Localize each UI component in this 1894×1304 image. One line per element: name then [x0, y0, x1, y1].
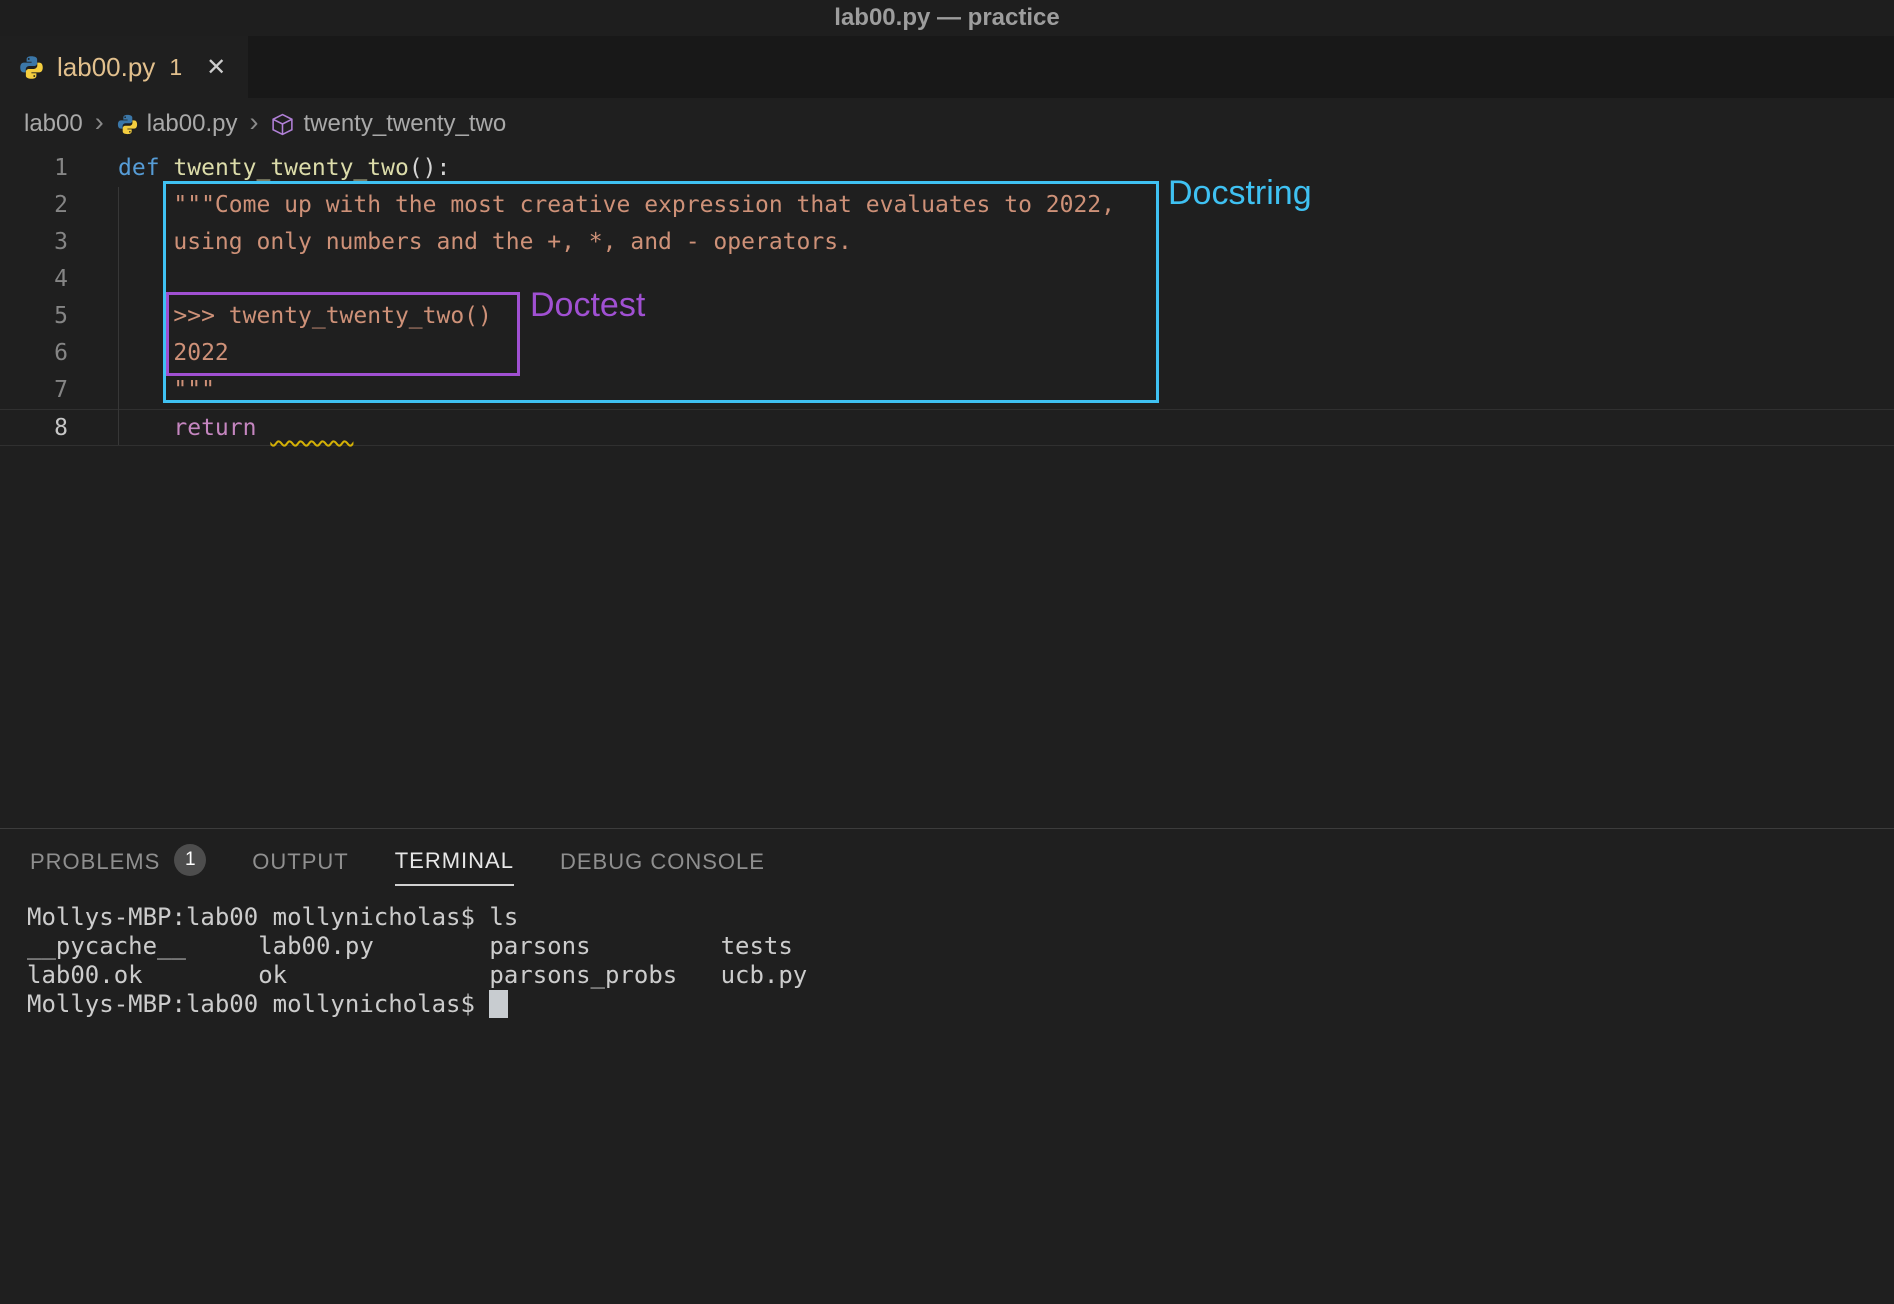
terminal-line: Mollys-MBP:lab00 mollynicholas$ ls: [27, 903, 1894, 932]
doctest-annotation-label: Doctest: [530, 286, 645, 325]
code-line[interactable]: 6 2022: [0, 335, 1894, 372]
breadcrumb: lab00 › lab00.py › twenty_twenty_two: [0, 98, 1894, 150]
line-number: 2: [0, 187, 68, 224]
tab-filename: lab00.py: [57, 52, 155, 83]
vscode-window: lab00.py — practice lab00.py 1 ✕ lab00 ›: [0, 0, 1894, 1304]
code-line-content: >>> twenty_twenty_two(): [118, 298, 492, 335]
code-token: """Come up with the most creative expres…: [173, 192, 1115, 218]
terminal-output: Mollys-MBP:lab00 mollynicholas$ ls__pyca…: [27, 903, 1894, 1019]
terminal-line: lab00.ok ok parsons_probs ucb.py: [27, 961, 1894, 990]
tab-debug-console[interactable]: DEBUG CONSOLE: [560, 835, 765, 885]
tab-terminal[interactable]: TERMINAL: [395, 834, 514, 886]
line-number: 1: [0, 150, 68, 187]
breadcrumb-symbol[interactable]: twenty_twenty_two: [270, 110, 506, 138]
code-token: def: [118, 155, 160, 181]
code-line[interactable]: 1 def twenty_twenty_two():: [0, 150, 1894, 187]
line-number: 5: [0, 298, 68, 335]
code-token: return: [173, 415, 256, 441]
line-number: 7: [0, 372, 68, 409]
code-token: [118, 229, 173, 255]
line-number: 8: [0, 410, 68, 445]
python-icon: [116, 113, 139, 136]
code-token: [118, 340, 173, 366]
code-line-content: 2022: [118, 335, 229, 372]
code-token: [118, 303, 173, 329]
tab-output[interactable]: OUTPUT: [252, 835, 348, 885]
window-title: lab00.py — practice: [834, 4, 1059, 32]
line-number: 3: [0, 224, 68, 261]
code-line-content: return: [118, 410, 353, 445]
terminal-cursor: [489, 990, 508, 1018]
panel-tab-label: OUTPUT: [252, 835, 348, 885]
code-token: [256, 415, 270, 441]
python-icon: [18, 54, 45, 81]
code-token: """: [173, 377, 215, 403]
panel-tab-label: TERMINAL: [395, 834, 514, 886]
indent-guide: [118, 187, 119, 445]
problems-count-badge: 1: [174, 844, 206, 876]
tab-problems[interactable]: PROBLEMS 1: [30, 835, 206, 885]
chevron-right-icon: ›: [95, 107, 104, 138]
tab-bar: lab00.py 1 ✕: [0, 36, 1894, 98]
code-token: using only numbers and the +, *, and - o…: [173, 229, 852, 255]
terminal[interactable]: Mollys-MBP:lab00 mollynicholas$ ls__pyca…: [0, 891, 1894, 1019]
code-line-content: """Come up with the most creative expres…: [118, 187, 1115, 224]
code-line[interactable]: 4: [0, 261, 1894, 298]
breadcrumb-file-label: lab00.py: [147, 110, 238, 138]
code-editor[interactable]: 1def twenty_twenty_two():2 """Come up wi…: [0, 150, 1894, 828]
panel-tab-bar: PROBLEMS 1 OUTPUT TERMINAL DEBUG CONSOLE: [0, 829, 1894, 891]
code-line-content: using only numbers and the +, *, and - o…: [118, 224, 852, 261]
code-lines: 1def twenty_twenty_two():2 """Come up wi…: [0, 150, 1894, 446]
terminal-line: __pycache__ lab00.py parsons tests: [27, 932, 1894, 961]
code-line[interactable]: 3 using only numbers and the +, *, and -…: [0, 224, 1894, 261]
panel-tab-label: PROBLEMS: [30, 835, 160, 885]
breadcrumb-symbol-label: twenty_twenty_two: [303, 110, 506, 138]
code-token: ():: [409, 155, 451, 181]
symbol-cube-icon: [270, 112, 295, 137]
bottom-panel: PROBLEMS 1 OUTPUT TERMINAL DEBUG CONSOLE…: [0, 828, 1894, 1304]
code-line[interactable]: 7 """: [0, 372, 1894, 409]
code-line[interactable]: 2 """Come up with the most creative expr…: [0, 187, 1894, 224]
code-token: [118, 377, 173, 403]
code-line-content: def twenty_twenty_two():: [118, 150, 450, 187]
code-token: twenty_twenty_two: [173, 155, 408, 181]
line-number: 4: [0, 261, 68, 298]
breadcrumb-folder[interactable]: lab00: [24, 110, 83, 138]
editor-tab-lab00[interactable]: lab00.py 1 ✕: [0, 36, 248, 98]
code-line[interactable]: 5 >>> twenty_twenty_two(): [0, 298, 1894, 335]
titlebar: lab00.py — practice: [0, 0, 1894, 36]
docstring-annotation-label: Docstring: [1168, 174, 1312, 213]
panel-tab-label: DEBUG CONSOLE: [560, 835, 765, 885]
breadcrumb-folder-label: lab00: [24, 110, 83, 138]
terminal-line: Mollys-MBP:lab00 mollynicholas$: [27, 990, 1894, 1019]
warning-squiggle: [270, 415, 353, 441]
breadcrumb-file[interactable]: lab00.py: [116, 110, 238, 138]
code-line-content: """: [118, 372, 215, 409]
chevron-right-icon: ›: [249, 107, 258, 138]
code-token: [160, 155, 174, 181]
code-token: >>> twenty_twenty_two(): [173, 303, 492, 329]
close-icon[interactable]: ✕: [206, 53, 226, 82]
tab-modified-badge: 1: [169, 54, 182, 81]
code-token: [118, 192, 173, 218]
code-token: [118, 415, 173, 441]
line-number: 6: [0, 335, 68, 372]
code-line[interactable]: 8 return: [0, 409, 1894, 446]
code-token: 2022: [173, 340, 228, 366]
